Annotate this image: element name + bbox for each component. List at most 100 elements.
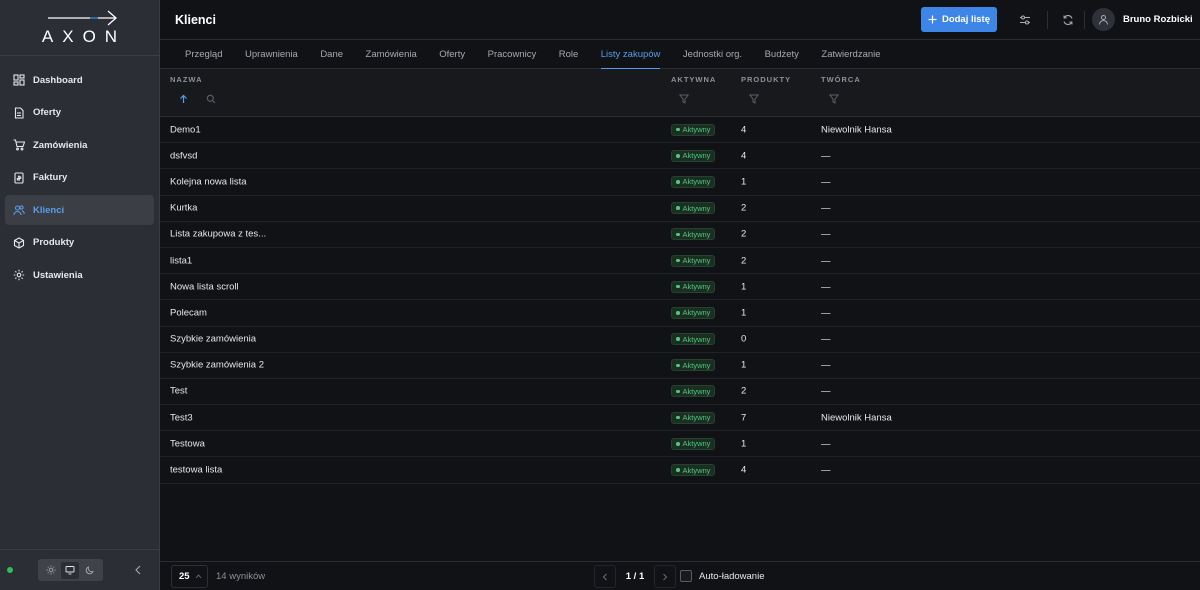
status-dot bbox=[676, 284, 680, 289]
table-row[interactable]: Szybkie zamówienia Aktywny 0 — bbox=[160, 327, 1200, 353]
autoload-toggle[interactable]: Auto-ładowanie bbox=[680, 570, 765, 582]
light-theme-button[interactable] bbox=[42, 562, 60, 579]
tab-listy-zakupow[interactable]: Listy zakupów bbox=[600, 40, 661, 69]
tab-dane[interactable]: Dane bbox=[320, 40, 343, 69]
cell-name[interactable]: dsfvsd bbox=[170, 150, 197, 161]
user-menu[interactable]: Bruno Rozbicki bbox=[1092, 8, 1193, 31]
page-size-select[interactable]: 25 bbox=[171, 565, 208, 588]
user-name: Bruno Rozbicki bbox=[1123, 14, 1193, 25]
cell-name[interactable]: Demo1 bbox=[170, 124, 201, 135]
column-header-creator[interactable]: TWÓRCA bbox=[821, 75, 861, 84]
tab-zatwierdzanie[interactable]: Zatwierdzanie bbox=[821, 40, 880, 69]
status-badge-label: Aktywny bbox=[682, 151, 711, 161]
cell-name[interactable]: Lista zakupowa z tes... bbox=[170, 229, 266, 240]
sidebar-item-faktury[interactable]: Faktury bbox=[5, 163, 154, 193]
table-row[interactable]: Lista zakupowa z tes... Aktywny 2 — bbox=[160, 222, 1200, 248]
invoice-icon bbox=[12, 171, 25, 184]
filter-active-button[interactable] bbox=[678, 93, 690, 105]
sidebar-item-label: Ustawienia bbox=[33, 269, 83, 281]
column-header-products[interactable]: PRODUKTY bbox=[741, 75, 791, 84]
next-page-button[interactable] bbox=[654, 565, 676, 588]
page-indicator: 1 / 1 bbox=[625, 571, 645, 582]
cell-products: 1 bbox=[741, 281, 747, 293]
avatar bbox=[1092, 8, 1115, 31]
previous-page-button[interactable] bbox=[594, 565, 616, 588]
cell-name[interactable]: Kurtka bbox=[170, 203, 197, 214]
status-dot bbox=[676, 389, 680, 394]
brand-logo[interactable]: AXON bbox=[0, 0, 159, 56]
sidebar-item-label: Faktury bbox=[33, 172, 68, 183]
tab-pracownicy[interactable]: Pracownicy bbox=[488, 40, 537, 69]
status-badge: Aktywny bbox=[671, 280, 716, 293]
sidebar-item-ustawienia[interactable]: Ustawienia bbox=[5, 260, 154, 290]
table-row[interactable]: Polecam Aktywny 1 — bbox=[160, 300, 1200, 327]
sidebar-item-label: Klienci bbox=[33, 204, 65, 216]
sidebar-item-produkty[interactable]: Produkty bbox=[5, 228, 154, 258]
sliders-icon bbox=[1020, 15, 1030, 25]
tab-zamowienia[interactable]: Zamówienia bbox=[366, 40, 417, 69]
cell-name[interactable]: Szybkie zamówienia 2 bbox=[170, 360, 264, 371]
search-name-button[interactable] bbox=[205, 93, 217, 105]
cell-creator: — bbox=[821, 281, 831, 293]
status-badge-label: Aktywny bbox=[682, 282, 711, 292]
status-badge: Aktywny bbox=[671, 202, 716, 215]
table-row[interactable]: Kolejna nowa lista Aktywny 1 — bbox=[160, 169, 1200, 196]
cell-name[interactable]: lista1 bbox=[170, 255, 192, 266]
filter-creator-button[interactable] bbox=[828, 93, 840, 105]
tab-role[interactable]: Role bbox=[559, 40, 579, 69]
status-badge-label: Aktywny bbox=[682, 334, 711, 344]
filter-products-button[interactable] bbox=[748, 93, 760, 105]
cell-name[interactable]: Nowa lista scroll bbox=[170, 281, 239, 292]
top-header: Klienci Dodaj listę Bruno Rozbicki bbox=[160, 0, 1200, 40]
cell-name[interactable]: Kolejna nowa lista bbox=[170, 176, 247, 187]
table-row[interactable]: Kurtka Aktywny 2 — bbox=[160, 196, 1200, 222]
tab-uprawnienia[interactable]: Uprawnienia bbox=[245, 40, 298, 69]
add-list-button[interactable]: Dodaj listę bbox=[921, 7, 997, 32]
sidebar-item-klienci[interactable]: Klienci bbox=[5, 195, 154, 225]
cell-creator: Niewolnik Hansa bbox=[821, 124, 892, 136]
dark-theme-button[interactable] bbox=[81, 562, 99, 579]
system-theme-button[interactable] bbox=[61, 561, 80, 579]
status-badge-label: Aktywny bbox=[682, 386, 711, 396]
status-dot bbox=[676, 442, 680, 446]
autoload-checkbox[interactable] bbox=[680, 570, 692, 582]
table-row[interactable]: Test3 Aktywny 7 Niewolnik Hansa bbox=[160, 405, 1200, 432]
table-row[interactable]: lista1 Aktywny 2 — bbox=[160, 248, 1200, 275]
sidebar-item-zamowienia[interactable]: Zamówienia bbox=[5, 130, 154, 160]
table-row[interactable]: Testowa Aktywny 1 — bbox=[160, 431, 1200, 458]
tab-budzety[interactable]: Budżety bbox=[765, 40, 799, 69]
sidebar-item-oferty[interactable]: Oferty bbox=[5, 98, 154, 128]
sidebar-item-dashboard[interactable]: Dashboard bbox=[5, 65, 154, 95]
cell-name[interactable]: Testowa bbox=[170, 438, 205, 449]
tab-jednostki-org[interactable]: Jednostki org. bbox=[683, 40, 742, 69]
logo-text: AXON bbox=[41, 27, 127, 46]
sidebar-item-label: Oferty bbox=[33, 107, 61, 118]
settings-sliders-button[interactable] bbox=[1016, 11, 1034, 29]
refresh-button[interactable] bbox=[1059, 11, 1077, 29]
tab-oferty[interactable]: Oferty bbox=[439, 40, 465, 69]
status-badge: Aktywny bbox=[671, 359, 716, 372]
table-row[interactable]: dsfvsd Aktywny 4 — bbox=[160, 143, 1200, 170]
chevron-left-icon bbox=[135, 565, 141, 575]
cell-creator: — bbox=[821, 228, 831, 240]
table-row[interactable]: Demo1 Aktywny 4 Niewolnik Hansa bbox=[160, 117, 1200, 144]
cell-name[interactable]: testowa lista bbox=[170, 465, 222, 476]
collapse-sidebar-button[interactable] bbox=[131, 563, 145, 577]
table-row[interactable]: Szybkie zamówienia 2 Aktywny 1 — bbox=[160, 353, 1200, 379]
cell-name[interactable]: Test3 bbox=[170, 412, 193, 423]
sort-ascending-button[interactable] bbox=[177, 93, 189, 105]
cell-name[interactable]: Szybkie zamówienia bbox=[170, 334, 256, 345]
theme-switcher bbox=[38, 559, 103, 581]
cell-name[interactable]: Polecam bbox=[170, 307, 207, 318]
column-header-name[interactable]: NAZWA bbox=[170, 75, 203, 84]
table-row[interactable]: Nowa lista scroll Aktywny 1 — bbox=[160, 274, 1200, 301]
table-row[interactable]: Test Aktywny 2 — bbox=[160, 379, 1200, 406]
cell-products: 7 bbox=[741, 412, 747, 424]
column-header-active[interactable]: AKTYWNA bbox=[671, 75, 716, 84]
cell-products: 2 bbox=[741, 385, 747, 397]
status-dot bbox=[676, 468, 680, 472]
table-row[interactable]: testowa lista Aktywny 4 — bbox=[160, 457, 1200, 484]
header-divider bbox=[1047, 11, 1048, 29]
cell-name[interactable]: Test bbox=[170, 386, 187, 397]
tab-przeglad[interactable]: Przegląd bbox=[185, 40, 223, 69]
